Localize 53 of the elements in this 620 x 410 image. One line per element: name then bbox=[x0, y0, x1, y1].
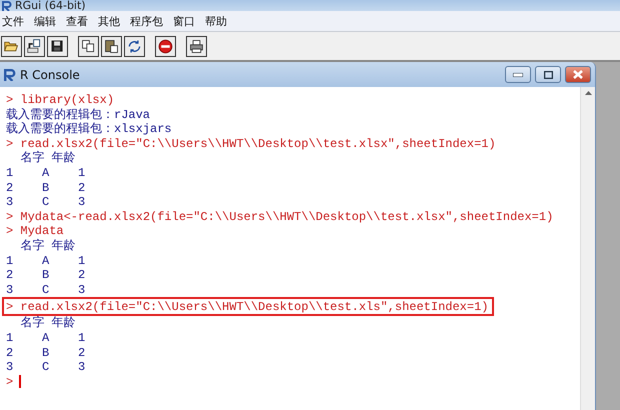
command-line: > Mydata<-read.xlsx2(file="C:\\Users\\HWT\\Desktop\\test.xlsx",sheetIndex=1) bbox=[6, 210, 554, 224]
command-line: > read.xlsx2(file="C:\\Users\\HWT\\Desktop\\test.xls",sheetIndex=1) bbox=[6, 300, 488, 314]
menu-item[interactable]: 程序包 bbox=[128, 14, 171, 28]
output-line: 名字 年龄 bbox=[19, 151, 76, 166]
maximize-icon bbox=[544, 70, 552, 78]
stop-sign-icon bbox=[157, 38, 174, 54]
printer-icon bbox=[188, 38, 205, 54]
clipboard-icon bbox=[103, 38, 120, 54]
scroll-up-icon bbox=[584, 91, 592, 95]
output-line: 载入需要的程辑包：rJava bbox=[6, 108, 150, 122]
toolbar-button[interactable] bbox=[78, 36, 99, 56]
close-icon bbox=[573, 70, 583, 79]
maximize-button[interactable] bbox=[535, 66, 561, 83]
scrollbar[interactable] bbox=[580, 87, 595, 410]
output-line: 2 B 2 bbox=[6, 346, 86, 360]
minimize-button[interactable] bbox=[505, 66, 531, 83]
toolbar-button[interactable] bbox=[155, 36, 176, 56]
close-button[interactable] bbox=[565, 66, 591, 83]
toolbar-button[interactable] bbox=[47, 36, 68, 56]
output-line: 3 C 3 bbox=[6, 195, 86, 210]
window-title: RGui (64-bit) bbox=[15, 0, 86, 11]
output-line: 3 C 3 bbox=[6, 360, 86, 375]
menu-item[interactable]: 文件 bbox=[0, 14, 32, 28]
menu-item[interactable]: 窗口 bbox=[171, 14, 203, 28]
output-line: 2 B 2 bbox=[6, 180, 86, 196]
minimize-icon bbox=[513, 72, 523, 76]
refresh-icon bbox=[126, 38, 143, 54]
prompt-symbol: > bbox=[6, 374, 14, 390]
command-line: > library(xlsx) bbox=[6, 93, 114, 108]
menu-item[interactable]: 编辑 bbox=[32, 14, 64, 28]
command-line: > Mydata bbox=[6, 224, 64, 238]
output-line: 2 B 2 bbox=[6, 268, 86, 283]
toolbar-button[interactable] bbox=[1, 36, 22, 56]
toolbar-button[interactable] bbox=[186, 36, 207, 56]
console-title: R Console bbox=[20, 68, 81, 82]
output-line: 1 A 1 bbox=[6, 330, 86, 346]
copy-icon bbox=[80, 38, 97, 54]
menu-item[interactable]: 帮助 bbox=[203, 14, 235, 28]
output-line: 名字 年龄 bbox=[19, 316, 76, 331]
menu-item[interactable]: 查看 bbox=[64, 14, 96, 28]
output-line: 1 A 1 bbox=[6, 166, 86, 181]
output-line: 载入需要的程辑包：xlsxjars bbox=[6, 122, 172, 137]
toolbar-button[interactable] bbox=[24, 36, 45, 56]
text-cursor bbox=[19, 375, 22, 388]
toolbar-button[interactable] bbox=[101, 36, 122, 56]
output-line: 1 A 1 bbox=[6, 254, 86, 268]
output-line: 3 C 3 bbox=[6, 282, 86, 298]
command-line: > read.xlsx2(file="C:\\Users\\HWT\\Desktop\\test.xlsx",sheetIndex=1) bbox=[6, 136, 496, 151]
r-logo-icon bbox=[2, 1, 12, 11]
output-line: 名字 年龄 bbox=[19, 238, 76, 254]
toolbar-button[interactable] bbox=[124, 36, 145, 56]
r-logo-icon bbox=[4, 68, 16, 80]
menu-item[interactable]: 其他 bbox=[96, 14, 128, 28]
